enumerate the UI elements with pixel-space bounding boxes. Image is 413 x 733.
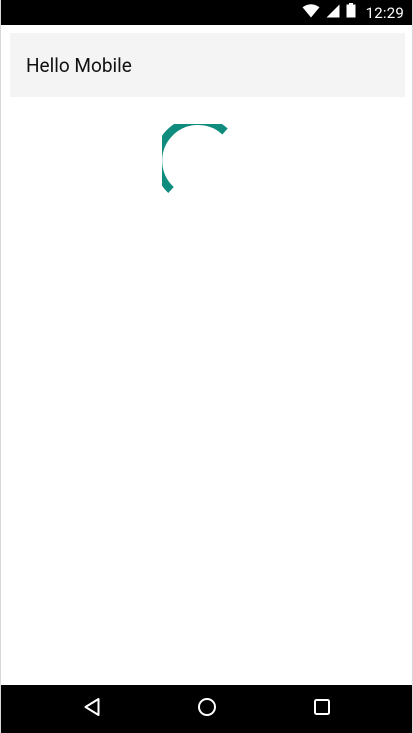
home-button[interactable]	[183, 685, 231, 733]
cellular-signal-icon	[326, 3, 340, 22]
status-time: 12:29	[365, 3, 404, 22]
recents-icon	[313, 698, 331, 720]
status-icons: 12:29	[302, 0, 404, 25]
back-button[interactable]	[68, 685, 116, 733]
wifi-icon	[302, 3, 320, 22]
back-icon	[83, 697, 101, 721]
app-title: Hello Mobile	[26, 53, 132, 77]
status-bar: 12:29	[1, 0, 412, 25]
battery-icon	[346, 3, 356, 22]
recents-button[interactable]	[298, 685, 346, 733]
home-icon	[197, 697, 217, 721]
loading-spinner	[154, 116, 234, 196]
phone-screen: 12:29 Hello Mobile	[0, 0, 413, 733]
app-header: Hello Mobile	[10, 33, 405, 97]
navigation-bar	[1, 685, 412, 733]
